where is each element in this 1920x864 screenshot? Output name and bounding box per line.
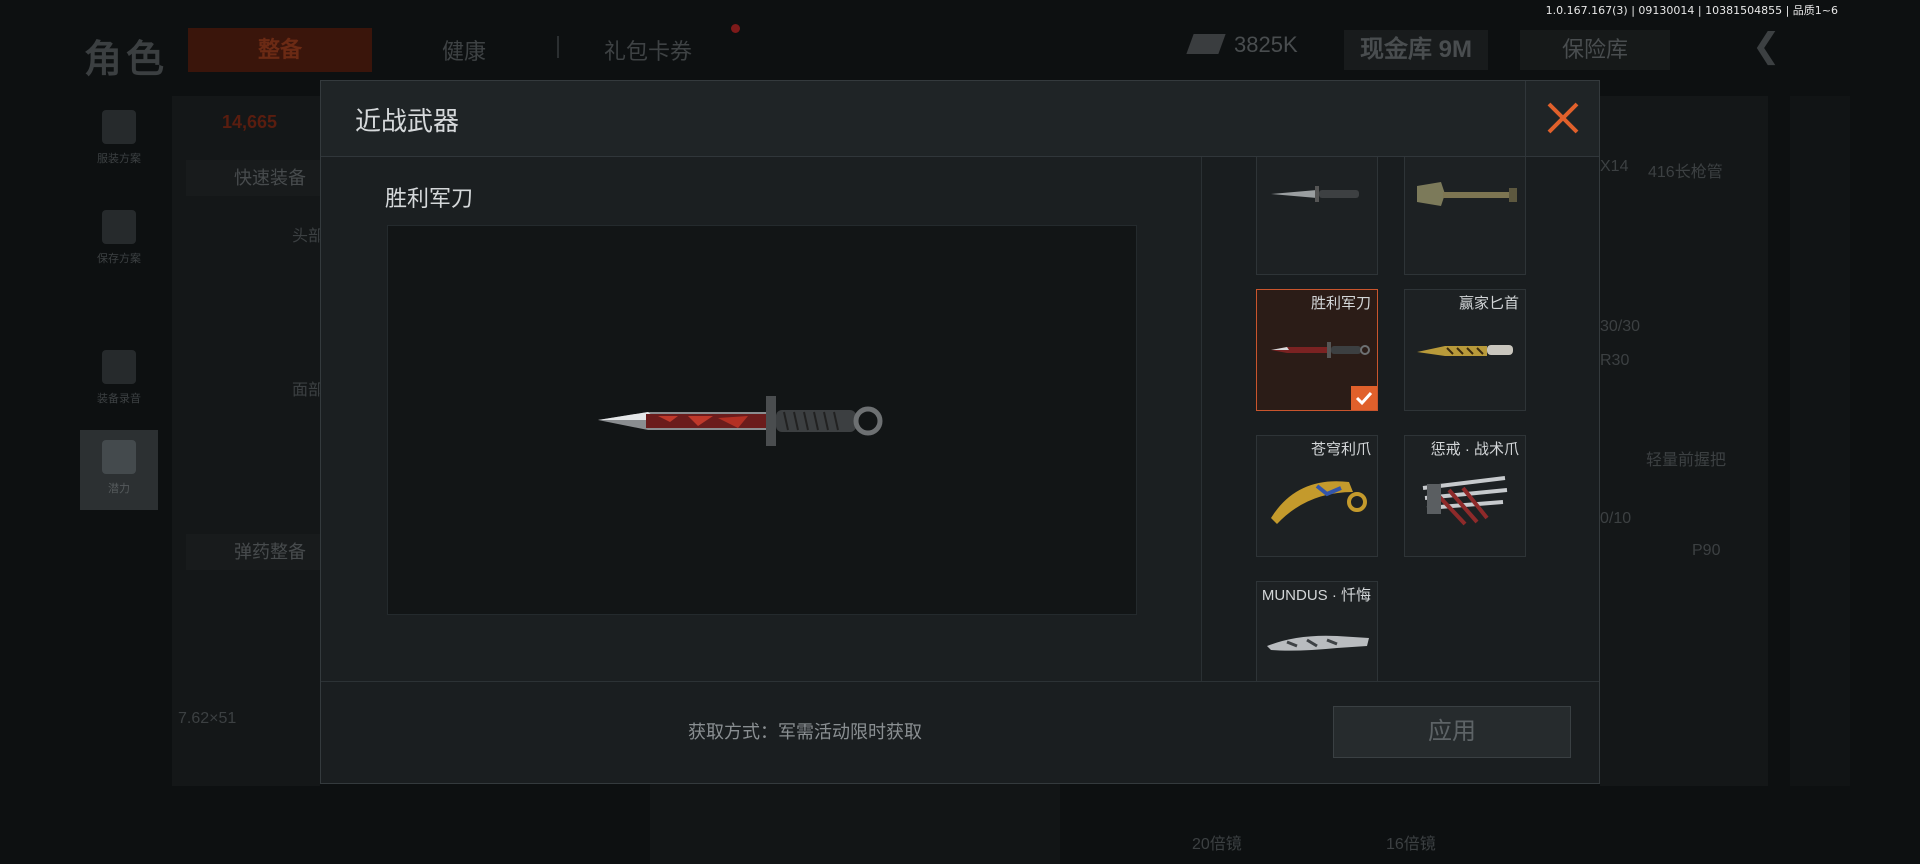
acquire-method-text: 获取方式：军需活动限时获取 xyxy=(688,722,922,742)
bg-ammo-equip: 弹药整备 xyxy=(186,534,320,570)
slot-name: MUNDUS · 忏悔 xyxy=(1261,587,1371,604)
bg-side-save: 保存方案 xyxy=(80,200,158,280)
bg-quick-equip: 快速装备 xyxy=(186,160,320,196)
bg-page-title: 角色 xyxy=(84,39,169,81)
dialog-footer: 获取方式：军需活动限时获取 应用 xyxy=(321,681,1599,783)
bg-side-label: 保存方案 xyxy=(97,253,141,265)
weapon-slot-winner-dagger[interactable]: 赢家匕首 xyxy=(1404,289,1526,411)
slot-name: 胜利军刀 xyxy=(1310,295,1371,312)
slot-name: 苍穹利爪 xyxy=(1310,441,1371,458)
bg-tab-divider xyxy=(557,36,559,58)
bg-label-mag: 0/10 xyxy=(1600,510,1632,527)
selected-check-icon xyxy=(1351,386,1377,410)
back-arrow-icon: ❮ xyxy=(1752,27,1781,65)
bg-bottom-slot xyxy=(650,784,1060,864)
bg-tab-equip: 整备 xyxy=(188,28,372,72)
victory-knife-preview-icon xyxy=(598,396,883,446)
bg-right-panel xyxy=(1600,96,1768,786)
bg-label-scope16: 16倍镜 xyxy=(1386,836,1436,853)
game-screen: { "version": "1.0.167.167(3) | 09130014 … xyxy=(0,0,1920,864)
bayonet-icon xyxy=(1271,186,1359,202)
shovel-icon xyxy=(1417,182,1517,206)
bg-side-label: 装备录音 xyxy=(97,393,141,405)
bg-tab-health: 健康 xyxy=(442,39,487,64)
melee-weapon-dialog: 近战武器 胜利军刀 胜利军刀 赢家匕首 苍穹利爪 惩戒 · 战术爪 MUNDUS… xyxy=(320,80,1600,784)
weapon-preview xyxy=(387,225,1137,615)
slot-name: 惩戒 · 战术爪 xyxy=(1430,441,1519,458)
weapon-slot-victory-knife[interactable]: 胜利军刀 xyxy=(1256,289,1378,411)
save-icon xyxy=(102,210,136,244)
weapon-slot-shovel[interactable] xyxy=(1404,157,1526,275)
bg-side-label: 服装方案 xyxy=(97,153,141,165)
helmet-icon xyxy=(102,350,136,384)
weapon-list: 胜利军刀 赢家匕首 苍穹利爪 惩戒 · 战术爪 MUNDUS · 忏悔 xyxy=(1201,157,1599,757)
bg-left-panel xyxy=(172,96,320,786)
bg-label-r30: R30 xyxy=(1600,352,1630,369)
outfit-icon xyxy=(102,110,136,144)
version-label: 1.0.167.167(3) | 09130014 | 10381504855 … xyxy=(1545,4,1838,17)
bg-notification-dot xyxy=(731,24,740,33)
bg-side-outfit: 服装方案 xyxy=(80,100,158,180)
slot-name: 赢家匕首 xyxy=(1458,295,1519,312)
bg-label-p90: P90 xyxy=(1692,542,1721,559)
weapon-slot-karambit[interactable]: 苍穹利爪 xyxy=(1256,435,1378,557)
bg-side-record: 装备录音 xyxy=(80,340,158,420)
bg-safe: 保险库 xyxy=(1520,30,1670,70)
bg-side-label: 潜力 xyxy=(108,483,130,495)
lightning-icon xyxy=(102,440,136,474)
bg-label-scope20: 20倍镜 xyxy=(1192,836,1242,853)
close-icon xyxy=(1547,102,1579,134)
bg-label-grip: 轻量前握把 xyxy=(1646,452,1727,469)
bg-side-potential: 潜力 xyxy=(80,430,158,510)
bg-label-barrel: 416长枪管 xyxy=(1648,164,1723,181)
bg-far-right-panel xyxy=(1790,96,1850,786)
bg-label-ammo: 30/30 xyxy=(1600,318,1641,335)
bg-red-number: 14,665 xyxy=(222,112,278,132)
dialog-header: 近战武器 xyxy=(321,81,1599,157)
bg-vault: 现金库 9M xyxy=(1344,30,1488,70)
bg-label-x14: X14 xyxy=(1600,158,1629,175)
bg-currency: 3825K xyxy=(1234,32,1298,57)
weapon-slot-tactical-claw[interactable]: 惩戒 · 战术爪 xyxy=(1404,435,1526,557)
bg-ammo-caliber: 7.62×51 xyxy=(178,710,237,727)
apply-button[interactable]: 应用 xyxy=(1333,706,1571,758)
selected-item-name: 胜利军刀 xyxy=(385,186,474,211)
close-button[interactable] xyxy=(1525,81,1599,157)
dialog-title: 近战武器 xyxy=(355,106,460,136)
bg-tab-gift: 礼包卡券 xyxy=(604,39,693,64)
cash-icon xyxy=(1186,34,1226,54)
weapon-slot-bayonet[interactable] xyxy=(1256,157,1378,275)
